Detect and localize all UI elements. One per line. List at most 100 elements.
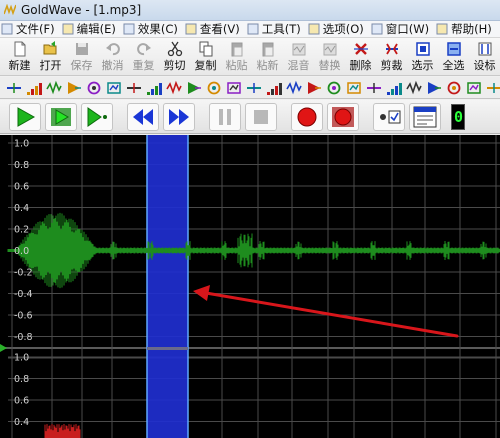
file-doc-icon — [1, 23, 13, 35]
channel-icon[interactable] — [404, 78, 424, 98]
toolbar-button-11[interactable]: 删除 — [345, 38, 376, 75]
menu-item-6[interactable]: 窗口(W) — [370, 21, 435, 38]
fast-forward-button[interactable] — [163, 102, 195, 131]
toolbar-button-label: 选示 — [411, 59, 434, 72]
filter-icon[interactable] — [224, 78, 244, 98]
mix-icon — [291, 41, 307, 57]
offset-icon[interactable] — [324, 78, 344, 98]
toolbar-button-label: 全选 — [442, 59, 465, 72]
goldwave-app-icon — [4, 4, 16, 16]
menu-item-3[interactable]: 查看(V) — [184, 21, 246, 38]
menu-item-0[interactable]: 文件(F) — [0, 21, 61, 38]
waveform-area[interactable]: 1.0 0.8 0.6 0.4 0.2 0.0 -0.2 -0.4 -0.6 -0.8 1.0 0.8… — [0, 135, 500, 438]
checkbox-toggle-icon — [377, 106, 401, 128]
fade-in-icon[interactable] — [84, 78, 104, 98]
stop-icon — [249, 106, 273, 128]
y-axis-label: 0.8 — [14, 374, 29, 385]
level-display: 0 — [451, 103, 465, 130]
title-bar: GoldWave - [1.mp3] — [0, 0, 500, 21]
toolbar-button-9[interactable]: 混音 — [283, 38, 314, 75]
play-cursor-button[interactable] — [81, 102, 113, 131]
equalizer-icon[interactable] — [24, 78, 44, 98]
compressor-icon[interactable] — [264, 78, 284, 98]
toolbar-button-5[interactable]: 剪切 — [159, 38, 190, 75]
toolbar-button-3[interactable]: 撤消 — [97, 38, 128, 75]
record-button[interactable] — [291, 102, 323, 131]
toolbar-button-14[interactable]: 全选 — [438, 38, 469, 75]
toolbar-button-label: 剪切 — [163, 59, 186, 72]
waveform-canvas[interactable]: 1.0 0.8 0.6 0.4 0.2 0.0 -0.2 -0.4 -0.6 -0.8 1.0 0.8… — [0, 135, 500, 438]
pan-icon[interactable] — [124, 78, 144, 98]
reverse-icon[interactable] — [304, 78, 324, 98]
selection-region — [147, 135, 188, 438]
options-toggle[interactable] — [373, 102, 405, 131]
y-axis-label: 0.8 — [14, 160, 29, 171]
doppler-icon[interactable] — [44, 78, 64, 98]
toolbar-button-7[interactable]: 粘贴 — [221, 38, 252, 75]
stop-button[interactable] — [245, 102, 277, 131]
menu-label: 选项(O) — [322, 22, 364, 36]
play-button[interactable] — [9, 102, 41, 131]
toolbar-button-12[interactable]: 剪裁 — [376, 38, 407, 75]
menu-item-4[interactable]: 工具(T) — [246, 21, 307, 38]
toolbar-button-2[interactable]: 保存 — [66, 38, 97, 75]
effects-toolbar — [0, 77, 500, 99]
y-axis-label: -0.4 — [14, 289, 33, 300]
resample-icon[interactable] — [364, 78, 384, 98]
y-axis-label: 0.0 — [14, 246, 29, 257]
view-icon — [185, 23, 197, 35]
record-selection-icon — [331, 106, 355, 128]
toolbar-button-15[interactable]: 设标 — [469, 38, 500, 75]
toolbar-button-4[interactable]: 重复 — [128, 38, 159, 75]
echo-icon[interactable] — [64, 78, 84, 98]
volume-icon[interactable] — [164, 78, 184, 98]
window-view-button[interactable] — [409, 102, 441, 131]
menu-item-5[interactable]: 选项(O) — [307, 21, 370, 38]
toolbar-button-8[interactable]: 粘新 — [252, 38, 283, 75]
menu-item-1[interactable]: 编辑(E) — [61, 21, 122, 38]
mechanize-icon[interactable] — [284, 78, 304, 98]
menu-item-2[interactable]: 效果(C) — [122, 21, 184, 38]
grid-icon[interactable] — [444, 78, 464, 98]
pitch-icon[interactable] — [184, 78, 204, 98]
y-axis-label: 0.6 — [14, 396, 29, 407]
menu-label: 窗口(W) — [385, 22, 430, 36]
spectrum-icon[interactable] — [244, 78, 264, 98]
toolbar-button-label: 粘新 — [256, 59, 279, 72]
flanger-icon[interactable] — [344, 78, 364, 98]
play-selection-icon — [49, 106, 73, 128]
window-title: GoldWave - [1.mp3] — [21, 3, 142, 17]
toolbar-button-label: 复制 — [194, 59, 217, 72]
new-file-icon — [12, 41, 28, 57]
save-disk-icon — [74, 41, 90, 57]
y-axis-label: -0.8 — [14, 332, 33, 343]
play-selection-button[interactable] — [45, 102, 77, 131]
playback-rate-icon[interactable] — [464, 78, 484, 98]
invert-icon[interactable] — [144, 78, 164, 98]
rewind-button[interactable] — [127, 102, 159, 131]
tools-icon — [247, 23, 259, 35]
toolbar-button-0[interactable]: 新建 — [4, 38, 35, 75]
toolbar-button-1[interactable]: 打开 — [35, 38, 66, 75]
trim-icon — [384, 41, 400, 57]
time-warp-icon[interactable] — [484, 78, 500, 98]
noise-icon[interactable] — [204, 78, 224, 98]
toolbar-button-13[interactable]: 选示 — [407, 38, 438, 75]
pause-button[interactable] — [209, 102, 241, 131]
toolbar-button-label: 新建 — [8, 59, 31, 72]
toolbar-button-label: 保存 — [70, 59, 93, 72]
shape-icon[interactable] — [384, 78, 404, 98]
record-icon — [295, 106, 319, 128]
dc-offset-icon[interactable] — [4, 78, 24, 98]
toolbar-button-label: 撤消 — [101, 59, 124, 72]
menu-label: 效果(C) — [137, 22, 178, 36]
y-axis-label: 0.4 — [14, 203, 29, 214]
matrix-icon[interactable] — [424, 78, 444, 98]
y-axis-label: 1.0 — [14, 139, 29, 150]
toolbar-button-10[interactable]: 替换 — [314, 38, 345, 75]
toolbar-button-label: 剪裁 — [380, 59, 403, 72]
record-selection-button[interactable] — [327, 102, 359, 131]
toolbar-button-6[interactable]: 复制 — [190, 38, 221, 75]
fade-out-icon[interactable] — [104, 78, 124, 98]
menu-item-7[interactable]: 帮助(H) — [435, 21, 498, 38]
